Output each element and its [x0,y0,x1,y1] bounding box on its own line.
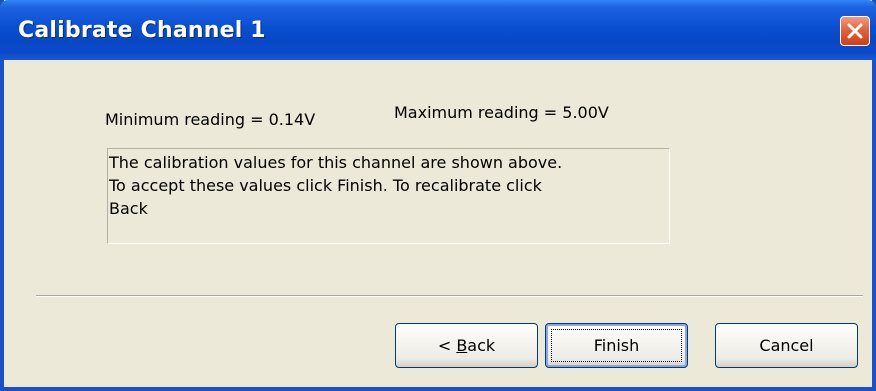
close-button[interactable] [840,16,870,46]
back-button-mnemonic: B [456,336,468,355]
minimum-reading-label: Minimum reading = 0.14V [105,110,316,129]
divider [36,295,863,297]
title-bar[interactable]: Calibrate Channel 1 [0,0,876,60]
finish-button-label: Finish [593,336,640,355]
back-button[interactable]: < Back [395,323,538,368]
cancel-button[interactable]: Cancel [715,323,858,368]
calibrate-dialog: Calibrate Channel 1 Minimum reading = 0.… [0,0,876,391]
finish-button[interactable]: Finish [545,323,688,368]
maximum-reading-label: Maximum reading = 5.00V [394,103,609,122]
dialog-title: Calibrate Channel 1 [18,18,266,43]
cancel-button-label: Cancel [759,336,814,355]
back-button-prefix: < [437,336,457,355]
calibration-message: The calibration values for this channel … [107,148,670,244]
close-icon [847,23,863,39]
back-button-rest: ack [467,336,496,355]
